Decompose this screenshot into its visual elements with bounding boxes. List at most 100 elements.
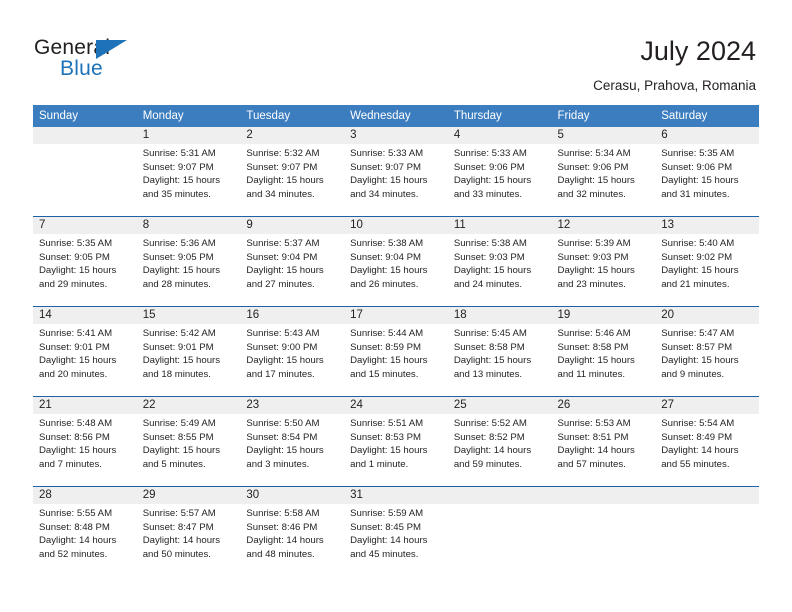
day-detail-line: Sunset: 8:51 PM	[557, 431, 629, 443]
day-sun-details: Sunrise: 5:55 AM Sunset: 8:48 PM Daylight:…	[33, 504, 137, 561]
general-blue-logo[interactable]: General Blue	[34, 36, 174, 84]
calendar-day-cell[interactable]: 27 Sunrise: 5:54 AM Sunset: 8:49 PM Dayligh…	[655, 396, 759, 487]
day-number: 26	[551, 397, 656, 414]
day-detail-line: Sunset: 8:55 PM	[142, 431, 214, 443]
day-detail-line: Daylight: 14 hours	[39, 535, 117, 547]
day-sun-details: Sunrise: 5:39 AM Sunset: 9:03 PM Daylight:…	[552, 234, 656, 291]
day-detail-line: Sunset: 9:07 PM	[246, 161, 318, 173]
day-detail-line: Sunrise: 5:45 AM	[453, 328, 527, 339]
day-sun-details: Sunrise: 5:32 AM Sunset: 9:07 PM Daylight:…	[240, 144, 344, 201]
day-detail-line: Daylight: 15 hours	[557, 355, 635, 367]
day-sun-details: Sunrise: 5:37 AM Sunset: 9:04 PM Daylight:…	[240, 234, 344, 291]
weekday-header-wednesday: Wednesday	[344, 105, 448, 127]
day-detail-line: Sunset: 8:46 PM	[246, 521, 318, 533]
day-number: 9	[240, 217, 345, 234]
day-number: 18	[447, 307, 552, 324]
day-detail-line: Sunrise: 5:57 AM	[142, 508, 216, 519]
calendar-body: 1 Sunrise: 5:31 AM Sunset: 9:07 PM Daylight…	[33, 127, 759, 576]
day-detail-line: Sunset: 8:57 PM	[661, 341, 733, 353]
day-detail-line: and 9 minutes.	[661, 368, 725, 380]
day-number: 16	[240, 307, 345, 324]
day-detail-line: Sunrise: 5:35 AM	[39, 238, 113, 249]
day-detail-line: Daylight: 15 hours	[453, 265, 532, 277]
calendar-day-cell[interactable]: 11 Sunrise: 5:38 AM Sunset: 9:03 PM Dayligh…	[447, 216, 552, 307]
calendar-day-cell[interactable]: 26 Sunrise: 5:53 AM Sunset: 8:51 PM Dayligh…	[551, 396, 656, 487]
day-cell-content: 22 Sunrise: 5:49 AM Sunset: 8:55 PM Dayligh…	[136, 397, 241, 486]
day-detail-line: Sunrise: 5:41 AM	[39, 328, 113, 339]
calendar-day-cell[interactable]: 22 Sunrise: 5:49 AM Sunset: 8:55 PM Dayligh…	[136, 396, 241, 487]
weekday-header-friday: Friday	[551, 105, 656, 127]
day-detail-line: Sunset: 8:48 PM	[39, 521, 110, 533]
day-number: 19	[551, 307, 656, 324]
calendar-day-cell[interactable]: 3 Sunrise: 5:33 AM Sunset: 9:07 PM Daylight…	[344, 127, 448, 217]
calendar-day-cell[interactable]: 18 Sunrise: 5:45 AM Sunset: 8:58 PM Dayligh…	[447, 306, 552, 397]
calendar-day-cell[interactable]: 21 Sunrise: 5:48 AM Sunset: 8:56 PM Dayligh…	[33, 396, 137, 487]
day-detail-line: and 48 minutes.	[246, 548, 315, 560]
calendar-empty-cell	[551, 486, 656, 576]
day-detail-line: and 29 minutes.	[39, 278, 108, 290]
day-detail-line: Sunset: 8:58 PM	[453, 341, 525, 353]
day-detail-line: Sunrise: 5:58 AM	[246, 508, 320, 519]
calendar-day-cell[interactable]: 8 Sunrise: 5:36 AM Sunset: 9:05 PM Daylight…	[136, 216, 241, 307]
day-detail-line: Sunrise: 5:32 AM	[246, 148, 320, 159]
calendar-day-cell[interactable]: 1 Sunrise: 5:31 AM Sunset: 9:07 PM Daylight…	[136, 127, 241, 217]
day-sun-details: Sunrise: 5:35 AM Sunset: 9:05 PM Daylight:…	[33, 234, 137, 291]
calendar-day-cell[interactable]: 25 Sunrise: 5:52 AM Sunset: 8:52 PM Dayligh…	[447, 396, 552, 487]
page-title: July 2024	[640, 36, 756, 66]
day-sun-details: Sunrise: 5:40 AM Sunset: 9:02 PM Daylight:…	[655, 234, 759, 291]
calendar-day-cell[interactable]: 29 Sunrise: 5:57 AM Sunset: 8:47 PM Dayligh…	[136, 486, 241, 576]
calendar-header-row: Sunday Monday Tuesday Wednesday Thursday Frid…	[33, 105, 759, 127]
calendar-day-cell[interactable]: 24 Sunrise: 5:51 AM Sunset: 8:53 PM Dayligh…	[344, 396, 448, 487]
calendar-day-cell[interactable]: 31 Sunrise: 5:59 AM Sunset: 8:45 PM Dayligh…	[344, 486, 448, 576]
day-detail-line: Sunrise: 5:42 AM	[142, 328, 216, 339]
calendar-day-cell[interactable]: 13 Sunrise: 5:40 AM Sunset: 9:02 PM Dayligh…	[655, 216, 759, 307]
day-detail-line: Daylight: 14 hours	[246, 535, 324, 547]
calendar-day-cell[interactable]: 19 Sunrise: 5:46 AM Sunset: 8:58 PM Dayligh…	[551, 306, 656, 397]
day-sun-details: Sunrise: 5:36 AM Sunset: 9:05 PM Daylight:…	[137, 234, 241, 291]
calendar-day-cell[interactable]: 30 Sunrise: 5:58 AM Sunset: 8:46 PM Dayligh…	[240, 486, 345, 576]
day-number	[33, 127, 137, 144]
day-detail-line: Daylight: 15 hours	[453, 355, 532, 367]
day-sun-details: Sunrise: 5:43 AM Sunset: 9:00 PM Daylight:…	[240, 324, 344, 381]
day-detail-line: and 24 minutes.	[453, 278, 523, 290]
calendar-day-cell[interactable]: 7 Sunrise: 5:35 AM Sunset: 9:05 PM Daylight…	[33, 216, 137, 307]
day-detail-line: and 59 minutes.	[453, 458, 523, 470]
calendar-day-cell[interactable]: 17 Sunrise: 5:44 AM Sunset: 8:59 PM Dayligh…	[344, 306, 448, 397]
day-detail-line: and 5 minutes.	[142, 458, 206, 470]
weekday-header-saturday: Saturday	[655, 105, 759, 127]
day-detail-line: Sunrise: 5:31 AM	[142, 148, 216, 159]
day-cell-content: 28 Sunrise: 5:55 AM Sunset: 8:48 PM Dayligh…	[33, 487, 137, 576]
day-sun-details: Sunrise: 5:58 AM Sunset: 8:46 PM Daylight:…	[240, 504, 344, 561]
day-detail-line: Sunset: 8:52 PM	[453, 431, 525, 443]
day-detail-line: Sunset: 9:02 PM	[661, 251, 733, 263]
calendar-day-cell[interactable]: 10 Sunrise: 5:38 AM Sunset: 9:04 PM Dayligh…	[344, 216, 448, 307]
day-detail-line: and 26 minutes.	[350, 278, 419, 290]
day-detail-line: Sunset: 9:04 PM	[246, 251, 318, 263]
calendar-day-cell[interactable]: 5 Sunrise: 5:34 AM Sunset: 9:06 PM Daylight…	[551, 127, 656, 217]
calendar-day-cell[interactable]: 16 Sunrise: 5:43 AM Sunset: 9:00 PM Dayligh…	[240, 306, 345, 397]
day-detail-line: Sunrise: 5:47 AM	[661, 328, 735, 339]
day-detail-line: and 52 minutes.	[39, 548, 108, 560]
day-detail-line: and 35 minutes.	[142, 188, 211, 200]
calendar-day-cell[interactable]: 20 Sunrise: 5:47 AM Sunset: 8:57 PM Dayligh…	[655, 306, 759, 397]
day-sun-details: Sunrise: 5:59 AM Sunset: 8:45 PM Daylight:…	[344, 504, 448, 561]
day-sun-details: Sunrise: 5:54 AM Sunset: 8:49 PM Daylight:…	[655, 414, 759, 471]
calendar-day-cell[interactable]: 4 Sunrise: 5:33 AM Sunset: 9:06 PM Daylight…	[447, 127, 552, 217]
calendar-day-cell[interactable]: 6 Sunrise: 5:35 AM Sunset: 9:06 PM Daylight…	[655, 127, 759, 217]
day-detail-line: Daylight: 15 hours	[350, 265, 428, 277]
day-detail-line: Sunset: 9:06 PM	[661, 161, 733, 173]
day-detail-line: Sunrise: 5:54 AM	[661, 418, 735, 429]
day-cell-content	[655, 487, 759, 576]
calendar-day-cell[interactable]: 28 Sunrise: 5:55 AM Sunset: 8:48 PM Dayligh…	[33, 486, 137, 576]
calendar-day-cell[interactable]: 15 Sunrise: 5:42 AM Sunset: 9:01 PM Dayligh…	[136, 306, 241, 397]
day-number: 10	[344, 217, 448, 234]
calendar-day-cell[interactable]: 12 Sunrise: 5:39 AM Sunset: 9:03 PM Dayligh…	[551, 216, 656, 307]
day-detail-line: Daylight: 15 hours	[142, 175, 221, 187]
day-detail-line: Sunset: 8:59 PM	[350, 341, 422, 353]
day-cell-content: 12 Sunrise: 5:39 AM Sunset: 9:03 PM Dayligh…	[551, 217, 656, 306]
calendar-day-cell[interactable]: 14 Sunrise: 5:41 AM Sunset: 9:01 PM Dayligh…	[33, 306, 137, 397]
calendar-day-cell[interactable]: 2 Sunrise: 5:32 AM Sunset: 9:07 PM Daylight…	[240, 127, 345, 217]
calendar-day-cell[interactable]: 9 Sunrise: 5:37 AM Sunset: 9:04 PM Daylight…	[240, 216, 345, 307]
calendar-day-cell[interactable]: 23 Sunrise: 5:50 AM Sunset: 8:54 PM Dayligh…	[240, 396, 345, 487]
day-cell-content: 2 Sunrise: 5:32 AM Sunset: 9:07 PM Daylight…	[240, 127, 345, 216]
